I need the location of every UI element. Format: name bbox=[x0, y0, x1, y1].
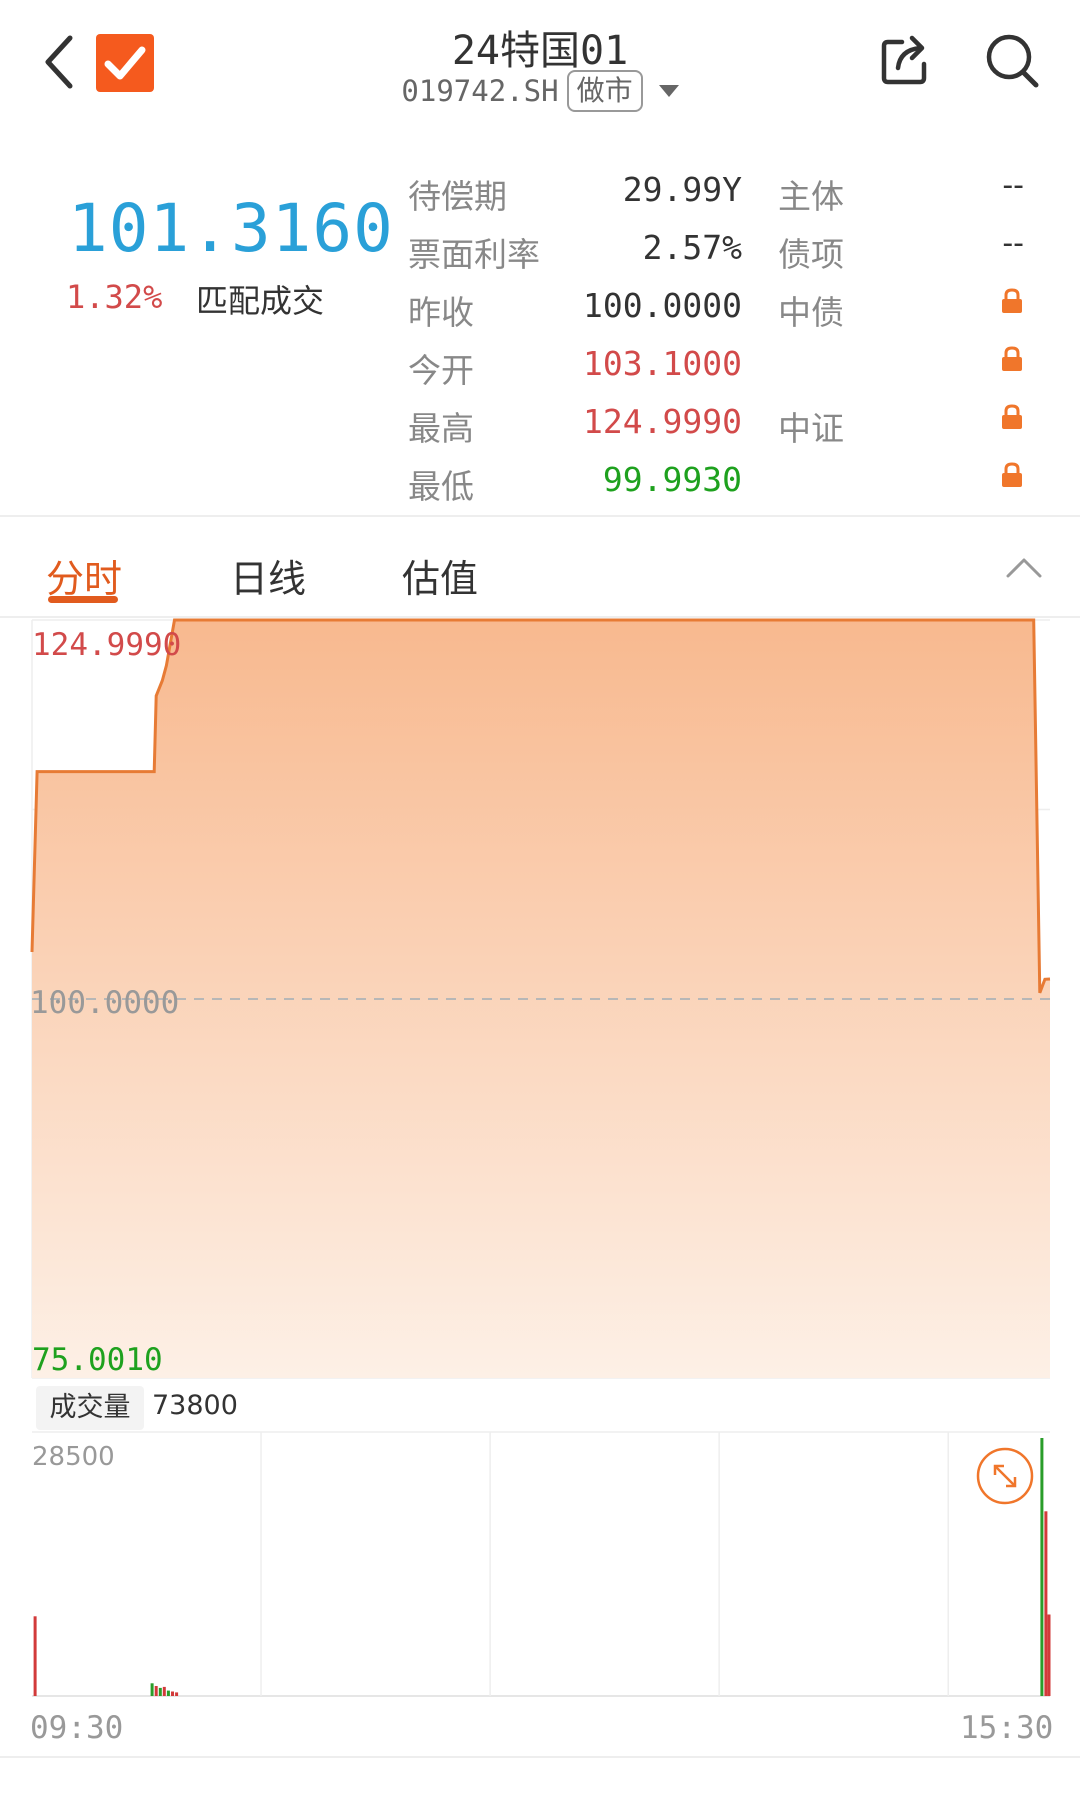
volume-bar bbox=[158, 1687, 162, 1696]
volume-value: 73800 bbox=[152, 1390, 238, 1421]
volume-bar bbox=[166, 1690, 170, 1696]
volume-grid bbox=[32, 1431, 1050, 1697]
volume-bar bbox=[1040, 1438, 1044, 1696]
volume-bar bbox=[1044, 1511, 1048, 1696]
volume-label[interactable]: 成交量 bbox=[36, 1386, 144, 1430]
volume-bar bbox=[154, 1686, 158, 1696]
volume-bars bbox=[33, 1438, 1051, 1696]
y-axis-max-label: 124.9990 bbox=[32, 627, 181, 663]
x-axis-end-label: 15:30 bbox=[960, 1710, 1054, 1746]
volume-bar bbox=[175, 1692, 179, 1696]
volume-bar bbox=[1047, 1614, 1051, 1696]
y-axis-min-label: 75.0010 bbox=[32, 1342, 163, 1378]
volume-max-label: 28500 bbox=[32, 1442, 115, 1472]
expand-icon bbox=[976, 1447, 1034, 1505]
divider bbox=[0, 1756, 1080, 1758]
volume-bar bbox=[33, 1616, 37, 1696]
x-axis-start-label: 09:30 bbox=[30, 1710, 124, 1746]
volume-bar bbox=[171, 1691, 174, 1696]
fullscreen-button[interactable] bbox=[975, 1446, 1035, 1506]
volume-bar bbox=[162, 1686, 166, 1696]
volume-bar bbox=[150, 1683, 154, 1696]
prev-close-label: 100.0000 bbox=[30, 985, 179, 1021]
intraday-chart[interactable]: 124.9990 100.0000 75.0010 bbox=[0, 0, 1080, 1801]
